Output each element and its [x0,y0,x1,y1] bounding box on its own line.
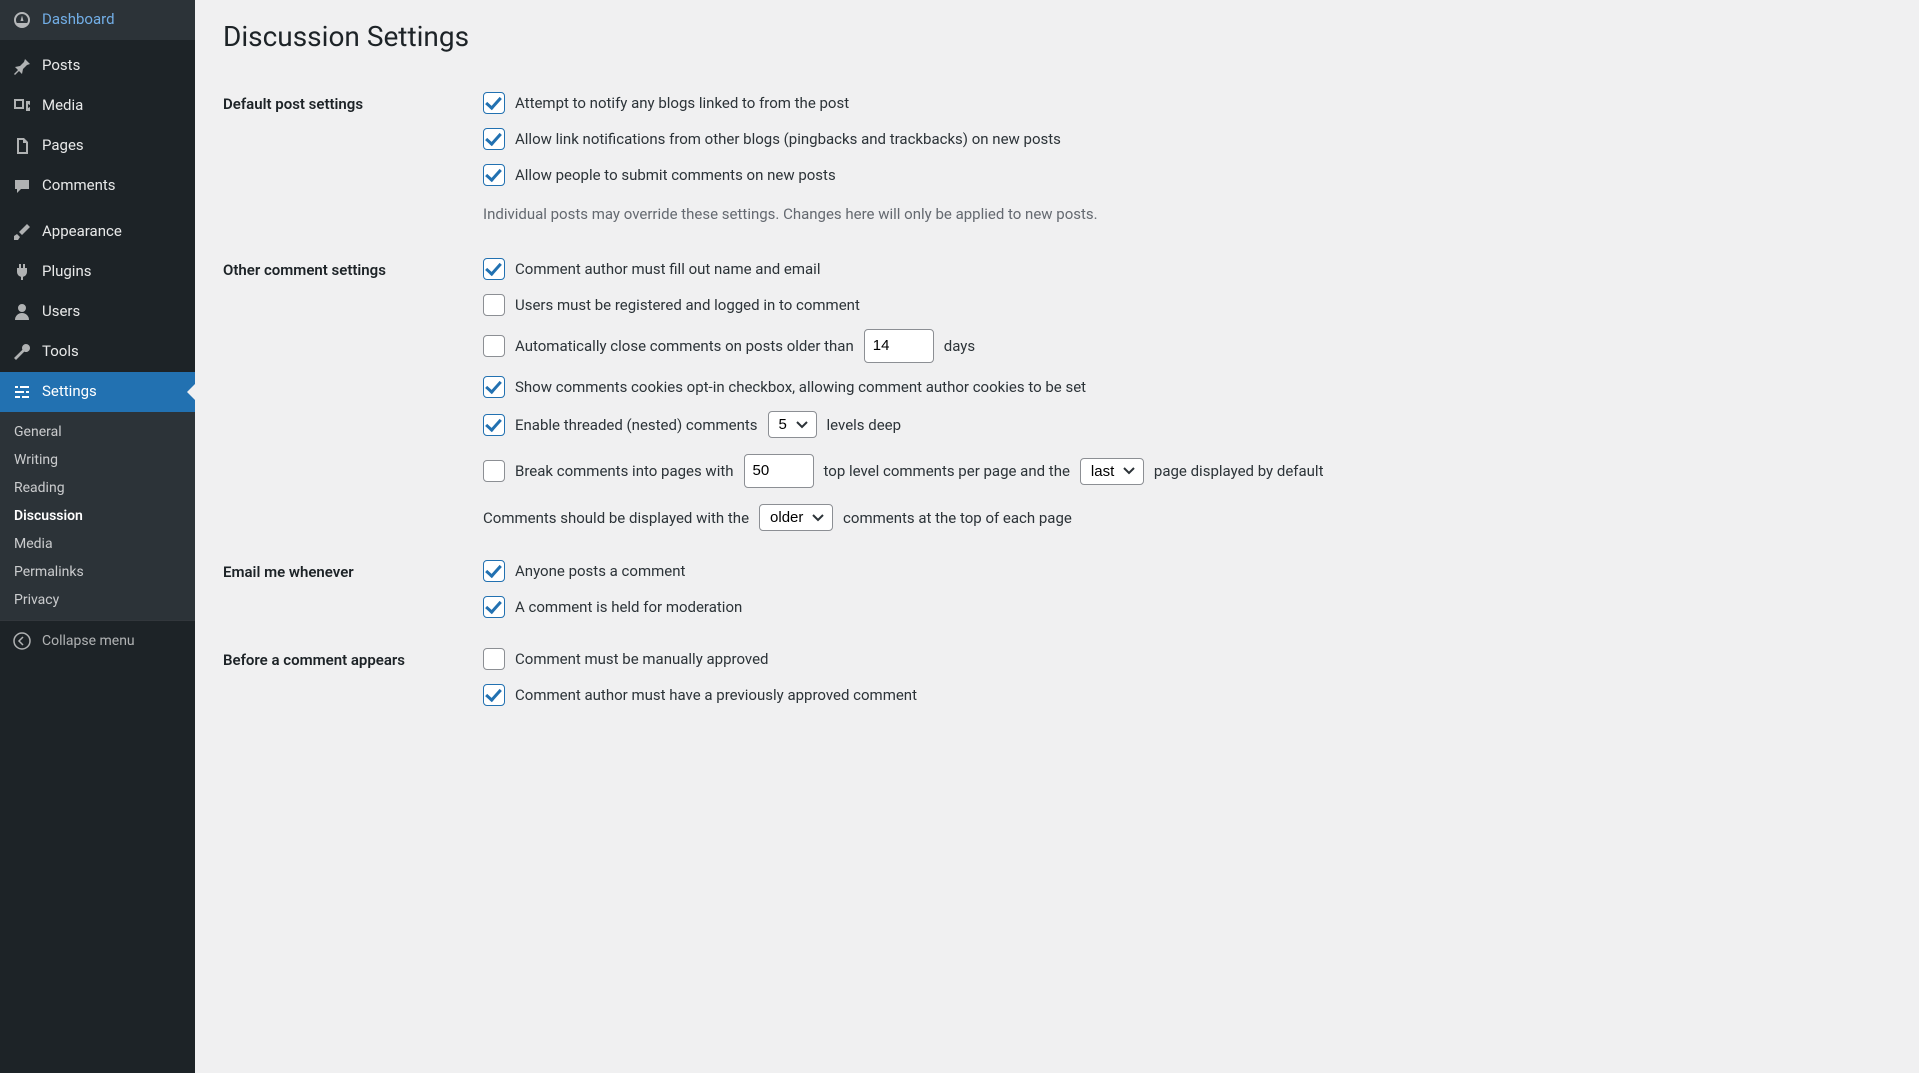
submenu-media[interactable]: Media [0,530,195,558]
checkbox-require-name-email[interactable] [483,258,505,280]
collapse-label: Collapse menu [42,633,135,649]
label-auto-close-pre[interactable]: Automatically close comments on posts ol… [515,334,854,358]
label-prev-approved[interactable]: Comment author must have a previously ap… [515,683,917,707]
sidebar-item-tools[interactable]: Tools [0,332,195,372]
sidebar-item-label: Media [42,96,83,116]
checkbox-notify-linked[interactable] [483,92,505,114]
sidebar-item-label: Posts [42,56,80,76]
label-paginate-post: page displayed by default [1154,459,1324,483]
sidebar-item-label: Users [42,302,80,322]
sidebar-item-label: Appearance [42,222,122,242]
user-icon [12,302,32,322]
main-content: Discussion Settings Default post setting… [195,0,1919,1073]
checkbox-allow-comments[interactable] [483,164,505,186]
select-threaded-depth[interactable]: 5 [768,411,817,438]
label-notify-linked[interactable]: Attempt to notify any blogs linked to fr… [515,91,849,115]
section-heading: Before a comment appears [223,633,483,721]
submenu-reading[interactable]: Reading [0,474,195,502]
sidebar-item-label: Dashboard [42,10,115,30]
checkbox-auto-close[interactable] [483,335,505,357]
sidebar-item-dashboard[interactable]: Dashboard [0,0,195,40]
comment-icon [12,176,32,196]
sidebar-item-appearance[interactable]: Appearance [0,212,195,252]
checkbox-cookies-optin[interactable] [483,376,505,398]
input-auto-close-days[interactable] [864,329,934,363]
plug-icon [12,262,32,282]
label-held-moderation[interactable]: A comment is held for moderation [515,595,742,619]
checkbox-prev-approved[interactable] [483,684,505,706]
settings-form: Default post settings Attempt to notify … [223,77,1891,721]
section-before-appears: Before a comment appears Comment must be… [223,633,1891,721]
label-threaded-pre[interactable]: Enable threaded (nested) comments [515,413,758,437]
checkbox-held-moderation[interactable] [483,596,505,618]
section-other-comment: Other comment settings Comment author mu… [223,243,1891,545]
sliders-icon [12,382,32,402]
label-order-post: comments at the top of each page [843,506,1072,530]
label-auto-close-post: days [944,334,975,358]
pages-icon [12,136,32,156]
label-manual-approve[interactable]: Comment must be manually approved [515,647,769,671]
page-title: Discussion Settings [223,20,1891,53]
wrench-icon [12,342,32,362]
label-anyone-posts[interactable]: Anyone posts a comment [515,559,685,583]
sidebar-item-pages[interactable]: Pages [0,126,195,166]
sidebar-item-label: Plugins [42,262,91,282]
checkbox-threaded[interactable] [483,414,505,436]
submenu-writing[interactable]: Writing [0,446,195,474]
submenu-permalinks[interactable]: Permalinks [0,558,195,586]
submenu-general[interactable]: General [0,418,195,446]
collapse-icon [12,631,32,651]
sidebar-item-label: Settings [42,382,97,402]
checkbox-require-registration[interactable] [483,294,505,316]
submenu-discussion[interactable]: Discussion [0,502,195,530]
select-comment-order[interactable]: older [759,504,833,531]
sidebar-item-media[interactable]: Media [0,86,195,126]
label-require-name-email[interactable]: Comment author must fill out name and em… [515,257,820,281]
section-default-post: Default post settings Attempt to notify … [223,77,1891,243]
admin-sidebar: Dashboard Posts Media Pages Comments App… [0,0,195,1073]
label-cookies-optin[interactable]: Show comments cookies opt-in checkbox, a… [515,375,1086,399]
media-icon [12,96,32,116]
sidebar-item-plugins[interactable]: Plugins [0,252,195,292]
submenu-privacy[interactable]: Privacy [0,586,195,614]
label-allow-pingbacks[interactable]: Allow link notifications from other blog… [515,127,1061,151]
label-paginate-pre[interactable]: Break comments into pages with [515,459,734,483]
checkbox-manual-approve[interactable] [483,648,505,670]
label-threaded-post: levels deep [827,413,902,437]
label-allow-comments[interactable]: Allow people to submit comments on new p… [515,163,836,187]
label-paginate-mid: top level comments per page and the [824,459,1070,483]
sidebar-item-label: Tools [42,342,79,362]
sidebar-item-comments[interactable]: Comments [0,166,195,206]
default-post-note: Individual posts may override these sett… [483,199,1891,229]
dashboard-icon [12,10,32,30]
checkbox-anyone-posts[interactable] [483,560,505,582]
checkbox-allow-pingbacks[interactable] [483,128,505,150]
brush-icon [12,222,32,242]
sidebar-item-settings[interactable]: Settings [0,372,195,412]
pin-icon [12,56,32,76]
section-heading: Other comment settings [223,243,483,545]
section-heading: Email me whenever [223,545,483,633]
settings-submenu: General Writing Reading Discussion Media… [0,412,195,620]
sidebar-item-label: Pages [42,136,84,156]
checkbox-paginate[interactable] [483,460,505,482]
section-email-me: Email me whenever Anyone posts a comment… [223,545,1891,633]
section-heading: Default post settings [223,77,483,243]
input-paginate-count[interactable] [744,454,814,488]
sidebar-item-label: Comments [42,176,116,196]
sidebar-item-posts[interactable]: Posts [0,46,195,86]
label-require-registration[interactable]: Users must be registered and logged in t… [515,293,860,317]
collapse-menu-button[interactable]: Collapse menu [0,620,195,661]
select-paginate-default-page[interactable]: last [1080,458,1144,485]
label-order-pre: Comments should be displayed with the [483,506,749,530]
sidebar-item-users[interactable]: Users [0,292,195,332]
